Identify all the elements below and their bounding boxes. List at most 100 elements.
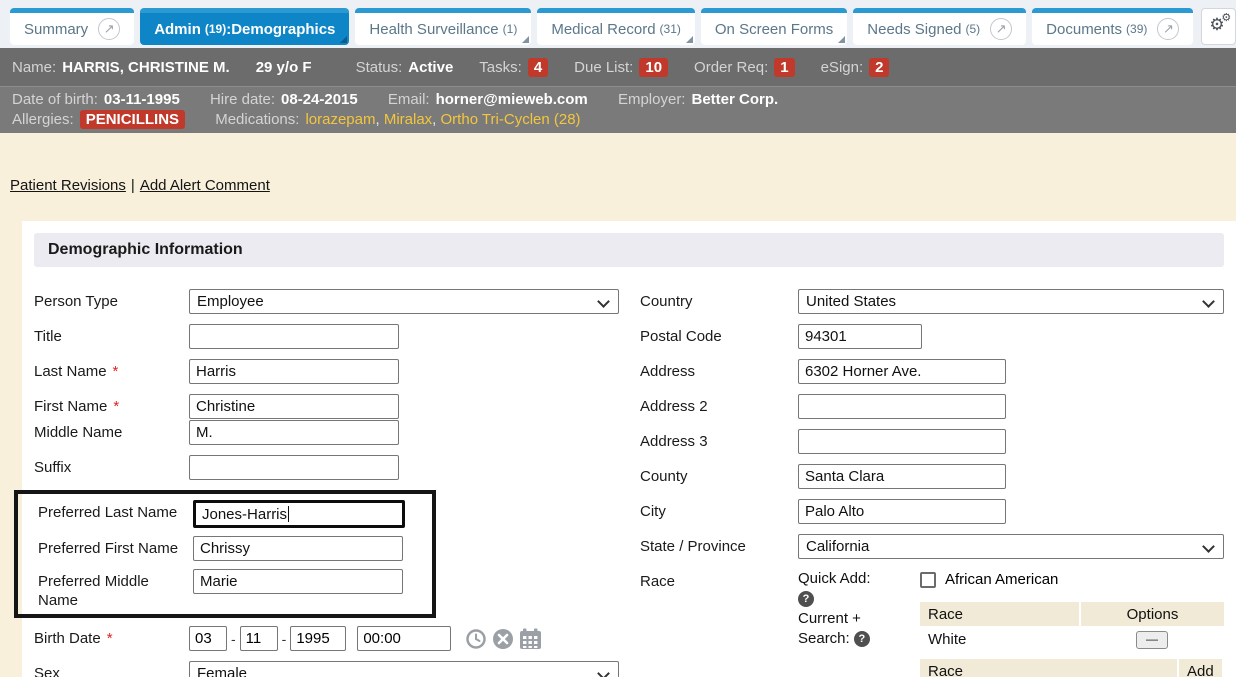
birth-day-input[interactable] [240, 626, 278, 651]
calendar-icon[interactable] [519, 628, 542, 650]
tab-health-surveillance[interactable]: Health Surveillance (1) [355, 8, 531, 45]
country-label: Country [640, 289, 798, 311]
settings-gears-button[interactable]: ⚙ ⚙ [1201, 8, 1236, 45]
birth-year-input[interactable] [290, 626, 346, 651]
address3-label: Address 3 [640, 429, 798, 451]
tab-summary[interactable]: Summary ↗ [10, 8, 134, 45]
esign-label: eSign: [821, 59, 864, 76]
action-links: Patient Revisions | Add Alert Comment [10, 177, 270, 194]
last-name-input[interactable] [189, 359, 399, 384]
preferred-names-highlight-box: Preferred Last Name Jones-Harris Preferr… [14, 490, 436, 618]
address2-input[interactable] [798, 394, 1006, 419]
address3-input[interactable] [798, 429, 1006, 454]
country-select[interactable]: United States [798, 289, 1224, 314]
medication-separator: , [432, 111, 436, 128]
required-asterisk: * [107, 630, 113, 647]
race-widget: Quick Add: ? Current + Search: ? African… [798, 569, 1224, 677]
tab-admin-demographics[interactable]: Admin (19) :Demographics [140, 8, 349, 45]
address-input[interactable] [798, 359, 1006, 384]
suffix-row: Suffix [34, 455, 640, 480]
county-input[interactable] [798, 464, 1006, 489]
postal-code-input[interactable] [798, 324, 922, 349]
email-group: Email: horner@mieweb.com [388, 91, 588, 108]
state-row: State / Province California [640, 534, 1224, 559]
add-column-header: Add [1178, 659, 1222, 677]
tab-documents[interactable]: Documents (39) ↗ [1032, 8, 1193, 45]
form-columns: Person Type Employee Title Last Name* Fi… [34, 289, 1224, 677]
order-req-count-badge[interactable]: 1 [774, 58, 794, 77]
medications-group: Medications: lorazepam, Miralax, Ortho T… [215, 111, 580, 128]
tab-summary-label: Summary [24, 21, 88, 38]
due-list-group: Due List: 10 [574, 58, 668, 77]
preferred-last-name-label: Preferred Last Name [38, 500, 193, 522]
medication-item[interactable]: lorazepam [305, 111, 375, 128]
suffix-input[interactable] [189, 455, 399, 480]
external-link-icon[interactable]: ↗ [990, 18, 1012, 40]
last-name-label: Last Name [34, 363, 107, 380]
preferred-last-name-input[interactable]: Jones-Harris [193, 500, 405, 528]
patient-name-group: Name: HARRIS, CHRISTINE M. [12, 59, 230, 76]
allergies-label: Allergies: [12, 111, 74, 128]
state-select[interactable]: California [798, 534, 1224, 559]
preferred-first-name-label: Preferred First Name [38, 536, 193, 558]
birth-date-icons [465, 628, 542, 650]
page-content: Patient Revisions|Add Alert Comment Demo… [0, 133, 1236, 677]
preferred-last-name-value: Jones-Harris [202, 506, 287, 523]
tab-needs-signed[interactable]: Needs Signed (5) ↗ [853, 8, 1026, 45]
title-label: Title [34, 324, 189, 346]
status-group: Status: Active [356, 59, 454, 76]
african-american-checkbox[interactable] [920, 572, 936, 588]
dob-label: Date of birth: [12, 91, 98, 108]
clock-icon[interactable] [465, 628, 487, 650]
tab-dropdown-fold-icon[interactable] [686, 36, 693, 43]
patient-revisions-link[interactable]: Patient Revisions [10, 177, 126, 194]
race-value-cell: White [920, 626, 1080, 653]
required-asterisk: * [113, 363, 119, 380]
birth-date-row: Birth Date* - - [34, 626, 640, 651]
birth-time-input[interactable] [357, 626, 451, 651]
title-input[interactable] [189, 324, 399, 349]
external-link-icon[interactable]: ↗ [1157, 18, 1179, 40]
hire-date-value: 08-24-2015 [281, 91, 358, 108]
preferred-middle-name-row: Preferred Middle Name [38, 569, 432, 610]
tab-medical-record[interactable]: Medical Record (31) [537, 8, 695, 45]
tab-dropdown-fold-icon[interactable] [340, 36, 347, 43]
tasks-count-badge[interactable]: 4 [528, 58, 548, 77]
city-input[interactable] [798, 499, 1006, 524]
person-type-select[interactable]: Employee [189, 289, 619, 314]
medication-item[interactable]: Miralax [384, 111, 432, 128]
birth-month-input[interactable] [189, 626, 227, 651]
date-separator: - [231, 631, 236, 647]
preferred-middle-name-input[interactable] [193, 569, 403, 594]
help-icon[interactable]: ? [854, 631, 870, 647]
first-name-input[interactable] [189, 394, 399, 419]
due-list-count-badge[interactable]: 10 [639, 58, 668, 77]
quick-add-label: Quick Add: [798, 569, 910, 589]
tab-needs-signed-count: (5) [966, 22, 981, 36]
allergy-badge[interactable]: PENICILLINS [80, 110, 185, 129]
race-quick-add-column: Quick Add: ? Current + Search: ? [798, 569, 910, 677]
sex-select[interactable]: Female [189, 661, 619, 677]
hire-date-label: Hire date: [210, 91, 275, 108]
tab-medical-record-label: Medical Record [551, 21, 655, 38]
preferred-first-name-row: Preferred First Name [38, 536, 432, 561]
tab-on-screen-forms[interactable]: On Screen Forms [701, 8, 847, 45]
birth-date-inputs: - - [189, 626, 640, 651]
help-icon[interactable]: ? [798, 591, 814, 607]
add-alert-comment-link[interactable]: Add Alert Comment [140, 177, 270, 194]
age-sex-group: 29 y/o F [256, 59, 312, 76]
esign-count-badge[interactable]: 2 [869, 58, 889, 77]
middle-name-input[interactable] [189, 420, 399, 445]
employer-value: Better Corp. [691, 91, 778, 108]
tab-dropdown-fold-icon[interactable] [838, 36, 845, 43]
county-label: County [640, 464, 798, 486]
tab-dropdown-fold-icon[interactable] [522, 36, 529, 43]
middle-name-label: Middle Name [34, 420, 189, 442]
link-separator: | [131, 177, 135, 194]
medication-item[interactable]: Ortho Tri-Cyclen (28) [441, 111, 581, 128]
external-link-icon[interactable]: ↗ [98, 18, 120, 40]
clear-date-icon[interactable] [492, 628, 514, 650]
tab-health-surveillance-count: (1) [503, 22, 518, 36]
preferred-first-name-input[interactable] [193, 536, 403, 561]
remove-race-button[interactable]: — [1136, 631, 1168, 649]
